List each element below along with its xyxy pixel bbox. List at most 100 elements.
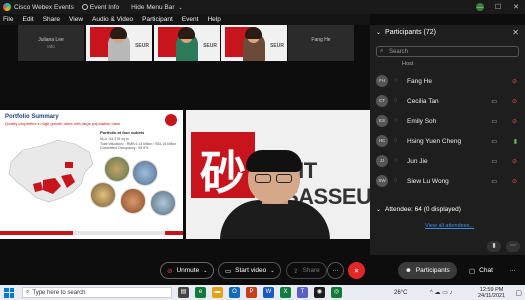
mic-muted-icon[interactable]: ⊘ [512, 118, 517, 125]
mic-muted-icon[interactable]: ⊘ [512, 78, 517, 85]
person-hair [178, 27, 195, 39]
thumbnail-brand-label: SEUR [203, 43, 217, 49]
participant-row[interactable]: SW ◌ Siew Lu Wong ▭ ⊘ [370, 171, 525, 191]
more-panels-button[interactable]: ··· [504, 262, 521, 279]
menu-help[interactable]: Help [207, 16, 220, 23]
participant-video-thumbnail[interactable]: SEUR [86, 25, 152, 61]
avatar: FH [376, 75, 388, 87]
mic-options-button[interactable]: ▮ [487, 240, 501, 252]
participant-row[interactable]: FH ◌ Fang He ⊘ [370, 71, 525, 91]
audio-status-icon: ◌ [394, 118, 398, 124]
participant-video-thumbnail[interactable]: SEUR [154, 25, 220, 61]
panel-more-button[interactable]: ⋯ [506, 240, 520, 252]
camera-icon: ▭ [491, 178, 497, 185]
slide-logo [165, 114, 177, 126]
hide-menu-bar-button[interactable]: Hide Menu Bar ⌄ [131, 4, 182, 11]
participant-name: Jun Jie [407, 157, 428, 165]
participant-row[interactable]: ES ◌ Emily Soh ▭ ⊘ [370, 111, 525, 131]
webex-taskbar-icon[interactable]: ◉ [314, 287, 325, 298]
chat-button[interactable]: ▢ Chat [462, 262, 500, 279]
mic-active-icon[interactable]: ▮ [514, 138, 517, 145]
menu-file[interactable]: File [3, 16, 13, 23]
host-row: Host [370, 58, 525, 69]
search-icon: ⌕ [380, 48, 384, 54]
chrome-icon[interactable]: ◎ [331, 287, 342, 298]
participant-name: Hsing Yuen Cheng [407, 137, 462, 145]
leave-meeting-button[interactable]: ✕ [348, 262, 365, 279]
webex-logo-icon [3, 3, 11, 11]
active-speaker-video: 砂 EIT SASSEUR [186, 110, 370, 239]
participants-toggle-button[interactable]: ☻ Participants [398, 262, 457, 279]
task-view-icon[interactable]: ▤ [178, 287, 189, 298]
camera-icon: ▭ [491, 118, 497, 125]
menu-audio-video[interactable]: Audio & Video [92, 16, 133, 23]
participant-row[interactable]: CT ◌ Cecilia Tan ▭ ⊘ [370, 91, 525, 111]
chevron-down-icon: ⌄ [270, 267, 275, 274]
participant-row[interactable]: JJ ◌ Jun Jie ▭ ⊘ [370, 151, 525, 171]
taskbar-search-placeholder: Type here to search [32, 289, 86, 296]
avatar: SW [376, 175, 388, 187]
participant-row[interactable]: HC ◌ Hsing Yuen Cheng ▭ ▮ [370, 131, 525, 151]
edge-browser-icon[interactable]: e [195, 287, 206, 298]
powerpoint-icon[interactable]: P [246, 287, 257, 298]
taskbar-search-input[interactable]: ⌕ Type here to search [22, 287, 172, 298]
city-photo [104, 156, 130, 182]
participant-name: Emily Soh [407, 117, 437, 125]
menu-view[interactable]: View [69, 16, 83, 23]
share-button[interactable]: ⇪ Share [286, 262, 327, 279]
host-label: Host [402, 60, 414, 67]
file-explorer-icon[interactable]: ▬ [212, 287, 223, 298]
menu-participant[interactable]: Participant [142, 16, 173, 23]
close-window-button[interactable]: ✕ [507, 3, 525, 11]
slide-box-line: Committed Occupancy : 93.9% [100, 146, 149, 150]
chevron-down-icon: ⌄ [376, 207, 382, 213]
weather-widget[interactable]: 26°C [394, 290, 407, 296]
close-panel-button[interactable]: ✕ [512, 28, 519, 37]
menu-share[interactable]: Share [43, 16, 60, 23]
city-photo [90, 182, 116, 208]
start-button[interactable] [4, 287, 14, 298]
menu-event[interactable]: Event [182, 16, 199, 23]
mic-muted-icon[interactable]: ⊘ [512, 178, 517, 185]
word-icon[interactable]: W [263, 287, 274, 298]
participant-video-thumbnail[interactable]: SEUR [221, 25, 287, 61]
share-icon: ⇪ [293, 267, 299, 275]
teams-icon[interactable]: T [297, 287, 308, 298]
meeting-controls: ⊘ Unmute ⌄ ▭ Start video ⌄ ⇪ Share ··· ✕… [0, 255, 525, 285]
participant-thumbnail[interactable]: Fang He [288, 25, 354, 61]
unmute-button[interactable]: ⊘ Unmute ⌄ [160, 262, 215, 279]
search-placeholder: Search [389, 48, 409, 55]
audio-status-icon: ◌ [394, 178, 398, 184]
audio-status-icon: ◌ [394, 98, 398, 104]
maximize-button[interactable]: ☐ [489, 3, 507, 11]
menu-bar: File Edit Share View Audio & Video Parti… [0, 14, 370, 25]
start-video-button[interactable]: ▭ Start video ⌄ [218, 262, 282, 279]
shared-slide: Portfolio Summary Quality properties in … [0, 110, 183, 239]
attendee-section-header[interactable]: ⌄ Attendee: 64 (0 displayed) [376, 206, 461, 213]
minimize-button[interactable]: — [471, 4, 489, 11]
notification-icon[interactable]: ▢ [515, 289, 522, 297]
event-info-button[interactable]: Event Info [81, 4, 119, 11]
mic-muted-icon[interactable]: ⊘ [512, 158, 517, 165]
share-label: Share [302, 267, 320, 274]
slide-box-text: NLA : 61,278 sq m Total Valuation¹ : RMB… [100, 137, 176, 151]
system-tray[interactable]: ^ ☁ ▭ ♪ [430, 289, 453, 296]
participant-thumbnail[interactable]: Juliana Lee Info [18, 25, 84, 61]
hide-menu-label: Hide Menu Bar [131, 3, 175, 11]
participants-header[interactable]: ⌄ Participants (72) [376, 29, 436, 36]
more-options-button[interactable]: ··· [327, 262, 344, 279]
mic-muted-icon[interactable]: ⊘ [512, 98, 517, 105]
outlook-icon[interactable]: O [229, 287, 240, 298]
avatar: HC [376, 135, 388, 147]
video-stage: Juliana Lee Info SEUR SEUR SEUR Fang He … [0, 25, 370, 255]
chat-label: Chat [479, 267, 493, 274]
menu-edit[interactable]: Edit [22, 16, 33, 23]
excel-icon[interactable]: X [280, 287, 291, 298]
participant-name: Fang He [407, 77, 432, 85]
chevron-down-icon: ⌄ [203, 267, 208, 274]
people-icon: ☻ [405, 267, 412, 274]
slide-box-title: Portfolio at four outlets [100, 130, 145, 135]
participants-search-input[interactable]: ⌕ Search [376, 46, 519, 57]
view-all-attendees-link[interactable]: View all attendees... [425, 223, 474, 229]
taskbar-clock[interactable]: 12:59 PM 24/11/2021 [478, 287, 505, 299]
